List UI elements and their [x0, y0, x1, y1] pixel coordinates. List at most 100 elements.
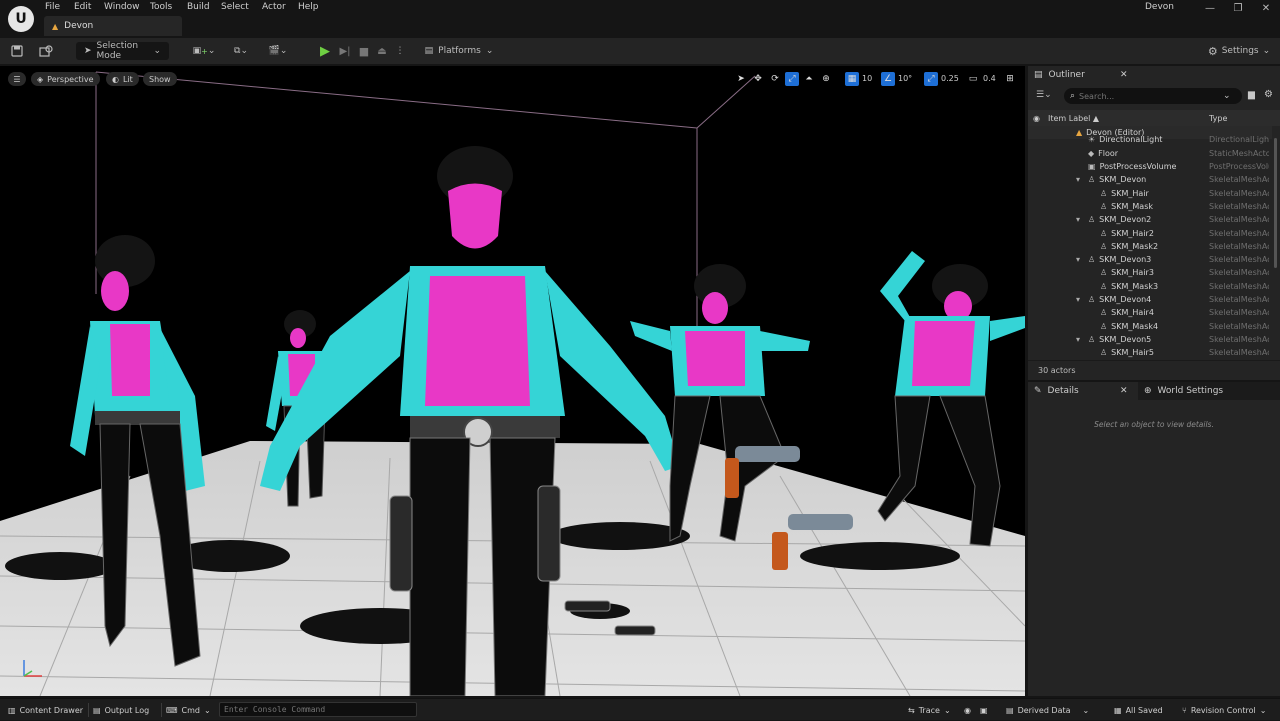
minimize-icon[interactable]: — — [1196, 0, 1224, 16]
close-icon[interactable]: ✕ — [1120, 70, 1128, 80]
stop-button[interactable]: ■ — [356, 42, 372, 60]
content-browser-icon[interactable] — [36, 42, 56, 60]
close-icon[interactable]: ✕ — [1252, 0, 1280, 16]
content-drawer-button[interactable]: ▥ Content Drawer — [8, 699, 83, 721]
skeleton-icon: ♙ — [1100, 241, 1108, 251]
all-saved-button[interactable]: ▦ All Saved — [1114, 699, 1163, 721]
play-button[interactable]: ▶ — [316, 42, 334, 60]
outliner-row[interactable]: ▣PostProcessVolumePostProcessVolume — [1028, 160, 1272, 173]
surface-snap-icon[interactable]: ⏶ — [802, 72, 816, 86]
cmd-dropdown[interactable]: ⌨ Cmd ⌄ — [161, 699, 211, 721]
rotate-tool-icon[interactable]: ⟳ — [768, 72, 782, 86]
terminal-icon: ⌨ — [166, 705, 178, 715]
video-icon[interactable]: ▣ — [980, 699, 988, 721]
details-empty-message: Select an object to view details. — [1094, 420, 1214, 429]
scale-tool-icon[interactable]: ⤢ — [785, 71, 799, 86]
outliner-row[interactable]: ▾ ♙SKM_Devon SkeletalMeshActor — [1028, 173, 1272, 186]
platforms-dropdown[interactable]: ▤ Platforms ⌄ — [424, 42, 494, 60]
outliner-row[interactable]: ▾ ♙SKM_Devon2 SkeletalMeshActor — [1028, 213, 1272, 226]
type-column[interactable]: Type — [1209, 114, 1227, 123]
outliner-row[interactable]: ♙SKM_Mask SkeletalMeshActor — [1028, 200, 1272, 213]
outliner-row[interactable]: ♙SKM_Hair3 SkeletalMeshActor — [1028, 266, 1272, 279]
outliner-title: Outliner — [1048, 70, 1085, 80]
expander-icon[interactable]: ▾ — [1076, 175, 1084, 184]
gear-icon[interactable]: ⚙ — [1264, 89, 1273, 100]
console-input-field[interactable] — [220, 703, 416, 716]
unreal-logo-icon[interactable]: U — [8, 6, 34, 32]
menu-select[interactable]: Select — [221, 2, 249, 12]
viewport-menu-button[interactable]: ☰ — [8, 72, 26, 86]
outliner-row[interactable]: ◆ Floor StaticMeshActor — [1028, 147, 1272, 160]
settings-label: Settings — [1221, 46, 1259, 56]
play-options-icon[interactable]: ⋮ — [394, 42, 406, 60]
translate-tool-icon[interactable]: ✥ — [751, 72, 765, 86]
camera-speed[interactable]: ▭ 0.4 — [966, 71, 996, 86]
output-log-label: Output Log — [104, 705, 150, 715]
world-local-icon[interactable]: ⊕ — [819, 72, 833, 86]
rotation-snap[interactable]: ∠ 10° — [881, 71, 912, 86]
expander-icon[interactable]: ▾ — [1076, 295, 1084, 304]
select-tool-icon[interactable]: ➤ — [734, 72, 748, 86]
outliner-row[interactable]: ▾ ♙SKM_Devon3 SkeletalMeshActor — [1028, 253, 1272, 266]
settings-button[interactable]: ⚙ Settings ⌄ — [1206, 42, 1272, 60]
details-tab[interactable]: ✎ Details ✕ — [1028, 382, 1138, 400]
menu-window[interactable]: Window — [104, 2, 140, 12]
scale-snap[interactable]: ⤢ 0.25 — [924, 71, 959, 86]
outliner-scrollbar[interactable] — [1274, 138, 1277, 268]
skeleton-icon: ♙ — [1088, 255, 1096, 265]
item-label-column[interactable]: Item Label ▲ — [1048, 114, 1099, 123]
add-folder-icon[interactable]: ▆ — [1248, 90, 1255, 100]
menu-actor[interactable]: Actor — [262, 2, 286, 12]
derived-data-button[interactable]: ▤ Derived Data ⌄ — [1006, 699, 1089, 721]
console-command-input[interactable] — [219, 702, 417, 717]
step-button[interactable]: ▶| — [336, 42, 354, 60]
menu-edit[interactable]: Edit — [74, 2, 91, 12]
outliner-row[interactable]: ♙SKM_Hair2 SkeletalMeshActor — [1028, 226, 1272, 239]
outliner-tab[interactable]: ▤ Outliner ✕ — [1028, 66, 1280, 84]
selection-mode-dropdown[interactable]: ➤ Selection Mode ⌄ — [76, 41, 169, 61]
outliner-row[interactable]: ♙SKM_Mask2 SkeletalMeshActor — [1028, 240, 1272, 253]
trace-dropdown[interactable]: ⇆ Trace ⌄ — [908, 699, 951, 721]
outliner-row[interactable]: ☀ DirectionalLight DirectionalLight — [1028, 133, 1272, 146]
level-viewport[interactable]: ☰ ◈ Perspective ◐ Lit Show ➤ ✥ ⟳ ⤢ ⏶ ⊕ ▦… — [0, 66, 1025, 696]
save-icon[interactable] — [8, 42, 26, 60]
outliner-row[interactable]: ♙SKM_Hair5 SkeletalMeshActor — [1028, 346, 1272, 358]
row-type-text: SkeletalMeshActor — [1209, 228, 1269, 238]
outliner-row[interactable]: ♙SKM_Hair4 SkeletalMeshActor — [1028, 306, 1272, 319]
close-icon[interactable]: ✕ — [1120, 386, 1128, 396]
expander-icon[interactable]: ▾ — [1076, 215, 1084, 224]
row-label-text: SKM_Mask4 — [1111, 321, 1159, 331]
outliner-search[interactable]: ⌕ ⌄ — [1064, 88, 1242, 104]
grid-snap[interactable]: ▦ 10 — [845, 71, 872, 86]
show-button[interactable]: Show — [143, 72, 177, 86]
revision-control-button[interactable]: ⑂ Revision Control ⌄ — [1182, 699, 1266, 721]
row-label-text: PostProcessVolume — [1099, 162, 1177, 172]
output-log-button[interactable]: ▤ Output Log — [88, 699, 149, 721]
viewport-layout-button[interactable]: ⊞ — [1003, 71, 1017, 86]
perspective-button[interactable]: ◈ Perspective — [31, 72, 100, 86]
outliner-search-input[interactable] — [1079, 91, 1220, 101]
lit-button[interactable]: ◐ Lit — [106, 72, 139, 86]
cinematics-button[interactable]: 🎬 ⌄ — [264, 42, 292, 60]
world-settings-tab[interactable]: ⊕ World Settings — [1138, 382, 1268, 400]
eye-icon[interactable]: ◉ — [1033, 114, 1040, 123]
outliner-row[interactable]: ♙SKM_Mask4 SkeletalMeshActor — [1028, 320, 1272, 333]
outliner-row[interactable]: ▾ ♙SKM_Devon4 SkeletalMeshActor — [1028, 293, 1272, 306]
maximize-icon[interactable]: ❐ — [1224, 0, 1252, 16]
record-icon[interactable]: ◉ — [964, 699, 971, 721]
menu-build[interactable]: Build — [187, 2, 210, 12]
expander-icon[interactable]: ▾ — [1076, 255, 1084, 264]
menu-file[interactable]: File — [45, 2, 60, 12]
filter-icon[interactable]: ☰⌄ — [1036, 90, 1052, 100]
level-tab[interactable]: ▲ Devon — [44, 16, 182, 36]
expander-icon[interactable]: ▾ — [1076, 335, 1084, 344]
blueprint-button[interactable]: ⧉ ⌄ — [227, 42, 255, 60]
actor-count: 30 actors — [1028, 360, 1280, 380]
menu-help[interactable]: Help — [298, 2, 319, 12]
menu-tools[interactable]: Tools — [150, 2, 172, 12]
eject-button[interactable]: ⏏ — [374, 42, 390, 60]
outliner-row[interactable]: ♙SKM_Mask3 SkeletalMeshActor — [1028, 280, 1272, 293]
add-actor-button[interactable]: ▣ + ⌄ — [190, 42, 218, 60]
outliner-row[interactable]: ▾ ♙SKM_Devon5 SkeletalMeshActor — [1028, 333, 1272, 346]
outliner-row[interactable]: ♙SKM_Hair SkeletalMeshActor — [1028, 187, 1272, 200]
